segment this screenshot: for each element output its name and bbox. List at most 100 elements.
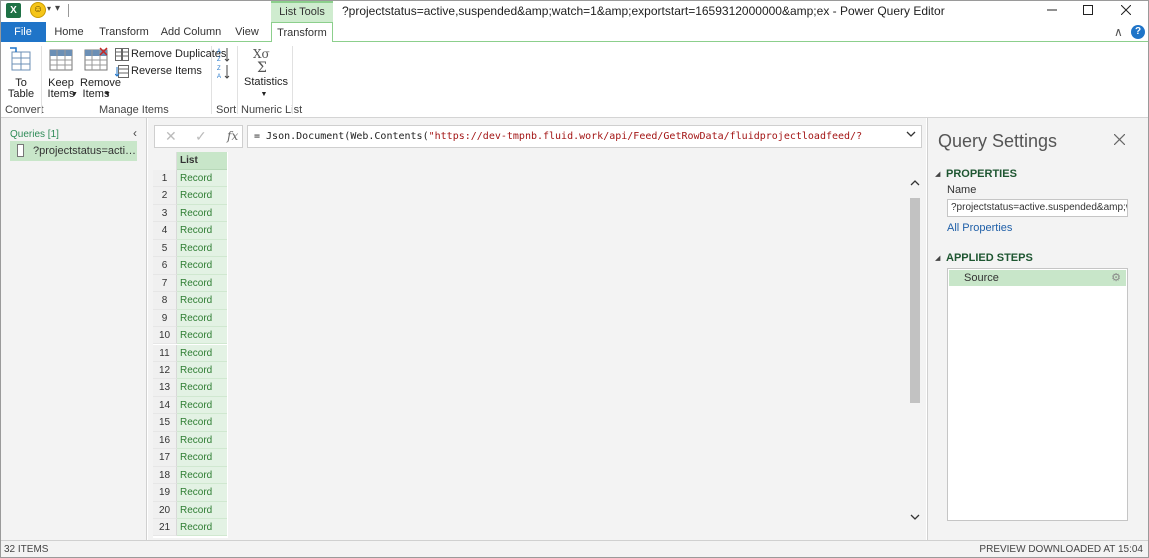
table-row[interactable]: 19 Record [153,484,228,502]
keep-items-dropdown-icon[interactable]: ▼ [71,91,78,98]
commit-formula-icon[interactable]: ✓ [195,128,207,145]
row-number[interactable]: 4 [153,222,177,240]
record-link[interactable]: Record [177,204,227,223]
table-row[interactable]: 3 Record [153,204,228,223]
record-link[interactable]: Record [177,344,227,362]
record-link[interactable]: Record [177,466,227,485]
row-number[interactable]: 8 [153,292,177,310]
table-row[interactable]: 7 Record [153,274,228,293]
record-link[interactable]: Record [177,414,227,432]
row-number[interactable]: 13 [153,379,177,397]
row-number[interactable]: 6 [153,257,177,275]
minimize-button[interactable] [1034,0,1070,22]
statistics-button[interactable]: Χσ Σ Statistics ▼ [244,46,288,100]
row-number[interactable]: 21 [153,519,177,537]
collapse-ribbon-icon[interactable]: ∧ [1114,25,1123,39]
tab-view[interactable]: View [232,22,262,42]
row-number[interactable]: 10 [153,327,177,345]
table-row[interactable]: 10 Record [153,327,228,345]
reverse-items-button[interactable]: Reverse Items [114,63,202,79]
record-link[interactable]: Record [177,501,227,519]
record-link[interactable]: Record [177,484,227,502]
cancel-formula-icon[interactable]: ✕ [165,128,177,145]
statistics-dropdown-icon[interactable]: ▼ [244,89,284,100]
record-link[interactable]: Record [177,361,227,380]
row-number[interactable]: 7 [153,274,177,293]
table-row[interactable]: 14 Record [153,396,228,415]
record-link[interactable]: Record [177,222,227,240]
row-number[interactable]: 14 [153,396,177,415]
row-number[interactable]: 12 [153,361,177,380]
table-row[interactable]: 21 Record [153,519,228,537]
row-number[interactable]: 2 [153,187,177,205]
table-row[interactable]: 13 Record [153,379,228,397]
all-properties-link[interactable]: All Properties [947,222,1012,234]
tab-add-column[interactable]: Add Column [160,22,222,42]
maximize-button[interactable] [1070,0,1106,22]
tab-home[interactable]: Home [48,22,90,42]
query-name-input[interactable]: ?projectstatus=active.suspended&amp;w... [947,199,1128,217]
scroll-up-icon[interactable] [908,178,922,194]
row-number[interactable]: 5 [153,239,177,258]
scrollbar-thumb[interactable] [910,198,920,403]
table-row[interactable]: 9 Record [153,309,228,328]
table-row[interactable]: 12 Record [153,361,228,380]
record-link[interactable]: Record [177,327,227,345]
gear-icon[interactable]: ⚙ [1111,270,1121,286]
scroll-down-icon[interactable] [908,512,922,528]
close-window-button[interactable] [1108,0,1144,22]
table-row[interactable]: 8 Record [153,292,228,310]
table-row[interactable]: 6 Record [153,257,228,275]
table-row[interactable]: 15 Record [153,414,228,432]
row-number[interactable]: 15 [153,414,177,432]
tab-file[interactable]: File [0,22,46,42]
row-number[interactable]: 20 [153,501,177,519]
row-number[interactable]: 16 [153,431,177,450]
record-link[interactable]: Record [177,309,227,328]
row-number[interactable]: 18 [153,466,177,485]
table-row[interactable]: 18 Record [153,466,228,485]
record-link[interactable]: Record [177,239,227,258]
table-row[interactable]: 4 Record [153,222,228,240]
quick-access-customize-icon[interactable]: ▾ [55,3,60,14]
record-link[interactable]: Record [177,431,227,450]
row-number[interactable]: 9 [153,309,177,328]
row-number[interactable]: 19 [153,484,177,502]
remove-duplicates-button[interactable]: Remove Duplicates [115,46,226,62]
smiley-feedback-icon[interactable]: ☺ [30,2,46,18]
record-link[interactable]: Record [177,449,227,467]
help-icon[interactable]: ? [1131,25,1145,39]
column-header-list[interactable]: List [177,152,227,170]
remove-items-dropdown-icon[interactable]: ▼ [104,91,111,98]
table-row[interactable]: 5 Record [153,239,228,258]
grid-scrollbar[interactable] [908,178,922,528]
row-number[interactable]: 11 [153,344,177,362]
row-number[interactable]: 3 [153,204,177,223]
record-link[interactable]: Record [177,519,227,537]
table-row[interactable]: 17 Record [153,449,228,467]
table-row[interactable]: 16 Record [153,431,228,450]
formula-bar-input[interactable]: = Json.Document(Web.Contents("https://de… [247,125,922,148]
tab-list-transform[interactable]: Transform [271,22,333,43]
sort-ascending-button[interactable]: A Z [217,46,233,63]
record-link[interactable]: Record [177,170,227,188]
table-row[interactable]: 11 Record [153,344,228,362]
properties-collapse-icon[interactable]: ◢ [935,170,940,178]
record-link[interactable]: Record [177,274,227,293]
tab-transform[interactable]: Transform [96,22,152,42]
record-link[interactable]: Record [177,396,227,415]
table-row[interactable]: 1 Record [153,170,228,188]
expand-formula-icon[interactable] [906,126,916,147]
table-row[interactable]: 2 Record [153,187,228,205]
smiley-dropdown-icon[interactable]: ▾ [47,4,51,13]
record-link[interactable]: Record [177,292,227,310]
record-link[interactable]: Record [177,379,227,397]
record-link[interactable]: Record [177,187,227,205]
row-number[interactable]: 17 [153,449,177,467]
row-number[interactable]: 1 [153,170,177,188]
step-source[interactable]: Source ⚙ [949,270,1126,286]
record-link[interactable]: Record [177,257,227,275]
applied-steps-collapse-icon[interactable]: ◢ [935,254,940,262]
grid-corner[interactable] [153,152,177,170]
table-row[interactable]: 20 Record [153,501,228,519]
